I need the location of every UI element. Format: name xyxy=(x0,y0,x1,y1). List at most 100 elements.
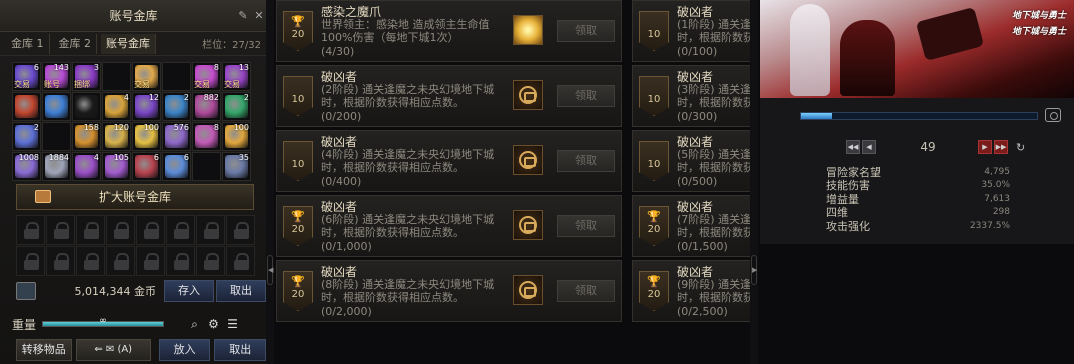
claim-button[interactable]: 领取 xyxy=(557,20,615,42)
vault-slot[interactable]: 交易 xyxy=(132,62,161,91)
item-count: 105 xyxy=(113,153,129,162)
vault-slot[interactable]: 12 xyxy=(132,92,161,121)
last-page-icon[interactable]: ▶▶ xyxy=(994,140,1008,154)
item-count: 8 xyxy=(213,123,219,132)
achievement-row: 10破凶者(1阶段) 通关逢魔之未央幻境地下城时，根据阶数获得相应点数。(0/1… xyxy=(632,0,750,62)
vault-slot[interactable] xyxy=(12,92,41,121)
vault-slot[interactable]: 4 xyxy=(102,92,131,121)
vault-slot[interactable] xyxy=(72,92,101,121)
achievement-progress: (0/2,500) xyxy=(677,305,728,318)
camera-icon[interactable] xyxy=(1045,108,1061,122)
vault-slot[interactable] xyxy=(42,122,71,151)
item-count: 2 xyxy=(33,123,39,132)
vault-slot[interactable] xyxy=(192,152,221,181)
vault-slot[interactable]: 8 xyxy=(192,122,221,151)
vault-slot[interactable]: 576 xyxy=(162,122,191,151)
achievement-description: (5阶段) 通关逢魔之未央幻境地下城时，根据阶数获得相应点数。 xyxy=(677,148,750,174)
pin-icon[interactable]: ✎ xyxy=(236,0,250,32)
refresh-icon[interactable]: ↻ xyxy=(1016,141,1025,154)
vault-slot[interactable]: 143 账号 xyxy=(42,62,71,91)
item-trade-tag: 交易 xyxy=(134,80,150,89)
character-figure-dark xyxy=(840,20,895,96)
vault-slot[interactable] xyxy=(162,62,191,91)
vault-slot[interactable]: 2 xyxy=(222,92,251,121)
reward-item-icon[interactable] xyxy=(513,15,543,45)
vault-slot[interactable]: 100 xyxy=(222,122,251,151)
stat-label: 四维 xyxy=(826,206,848,220)
search-icon[interactable]: ⌕ xyxy=(188,317,201,331)
vault-slot[interactable]: 6 交易 xyxy=(12,62,41,91)
vault-slot[interactable]: 6 xyxy=(162,152,191,181)
close-icon[interactable]: ✕ xyxy=(252,0,266,32)
vault-slot[interactable]: 35 xyxy=(222,152,251,181)
transfer-items-button[interactable]: 转移物品 xyxy=(16,339,72,361)
page-number: 49 xyxy=(920,140,936,154)
transfer-shortcut-button[interactable]: ⇐ ✉ (A) xyxy=(75,339,151,361)
item-count: 100 xyxy=(143,123,159,132)
weight-label: 重量 xyxy=(12,317,37,332)
vault-slot[interactable]: 2 xyxy=(162,92,191,121)
locked-slot-icon xyxy=(106,246,135,276)
trophy-icon: 🏆 xyxy=(647,275,661,288)
claim-button[interactable]: 领取 xyxy=(557,280,615,302)
tab-account-vault[interactable]: 账号金库 xyxy=(101,33,156,54)
vault-slot[interactable]: 2 xyxy=(12,122,41,151)
achievement-description: 世界领主：感染地 造成领主生命值100%伤害（每地下城1次） xyxy=(321,18,490,44)
collapse-right-handle[interactable]: ▶ xyxy=(751,255,757,285)
item-grid: 6 交易 143 账号 3 捆绑 交易 8 交易 13 交易 4 12 2 882 2 2 158 120 100 57… xyxy=(12,62,251,181)
put-in-button[interactable]: 放入 xyxy=(158,339,211,361)
right-separator: ▶ xyxy=(750,0,758,364)
item-count: 35 xyxy=(238,153,249,162)
claim-button[interactable]: 领取 xyxy=(557,85,615,107)
achievement-row: 🏆 20 破凶者 (6阶段) 通关逢魔之未央幻境地下城时，根据阶数获得相应点数。 (0/… xyxy=(276,195,622,257)
deposit-button[interactable]: 存入 xyxy=(164,280,214,302)
gold-amount: 5,014,344 金币 xyxy=(74,285,156,298)
tab-vault-1[interactable]: 金库 1 xyxy=(6,33,50,54)
gold-coin-icon xyxy=(16,282,36,300)
item-count: 6 xyxy=(153,153,159,162)
vault-slot[interactable]: 3 捆绑 xyxy=(72,62,101,91)
item-count: 6 xyxy=(183,153,189,162)
vault-slot[interactable]: 13 交易 xyxy=(222,62,251,91)
locked-slot-icon xyxy=(166,215,195,245)
claim-button[interactable]: 领取 xyxy=(557,150,615,172)
vault-slot[interactable]: 4 xyxy=(72,152,101,181)
vault-slot[interactable]: 120 xyxy=(102,122,131,151)
vault-slot[interactable] xyxy=(102,62,131,91)
vault-slot[interactable]: 105 xyxy=(102,152,131,181)
item-trade-tag: 账号 xyxy=(44,80,60,89)
vault-slot[interactable]: 6 xyxy=(132,152,161,181)
reward-chest-icon[interactable] xyxy=(513,210,543,240)
vault-slot[interactable]: 8 交易 xyxy=(192,62,221,91)
vault-slot[interactable]: 1008 xyxy=(12,152,41,181)
vault-slot[interactable]: 100 xyxy=(132,122,161,151)
withdraw-button[interactable]: 取出 xyxy=(216,280,266,302)
collapse-left-handle[interactable]: ◀ xyxy=(267,255,273,285)
expand-vault-button[interactable]: 扩大账号金库 xyxy=(16,184,254,210)
trophy-icon: 🏆 xyxy=(291,210,305,223)
achievement-level: 10 xyxy=(291,159,305,170)
reward-chest-icon[interactable] xyxy=(513,145,543,175)
reward-chest-icon[interactable] xyxy=(513,275,543,305)
vault-slot[interactable]: 1884 xyxy=(42,152,71,181)
locked-slot-icon xyxy=(196,246,225,276)
item-count: 13 xyxy=(238,63,249,72)
take-out-button[interactable]: 取出 xyxy=(214,339,266,361)
first-page-icon[interactable]: ◀◀ xyxy=(846,140,860,154)
prev-page-icon[interactable]: ◀ xyxy=(862,140,876,154)
vault-slot[interactable]: 882 xyxy=(192,92,221,121)
vault-slot[interactable] xyxy=(42,92,71,121)
gear-icon[interactable]: ⚙ xyxy=(207,317,220,331)
vault-slot[interactable]: 158 xyxy=(72,122,101,151)
reward-chest-icon[interactable] xyxy=(513,80,543,110)
next-page-icon[interactable]: ▶ xyxy=(978,140,992,154)
claim-button[interactable]: 领取 xyxy=(557,215,615,237)
list-icon[interactable]: ☰ xyxy=(226,317,239,331)
item-count: 2 xyxy=(183,93,189,102)
dragon-silhouette xyxy=(915,6,985,62)
item-count: 3 xyxy=(93,63,99,72)
item-icon xyxy=(75,95,98,118)
vault-title: 账号金库 xyxy=(109,9,158,23)
tab-vault-2[interactable]: 金库 2 xyxy=(54,33,97,54)
achievement-description: (9阶段) 通关逢魔之未央幻境地下城时，根据阶数获得相应点数。 xyxy=(677,278,750,304)
